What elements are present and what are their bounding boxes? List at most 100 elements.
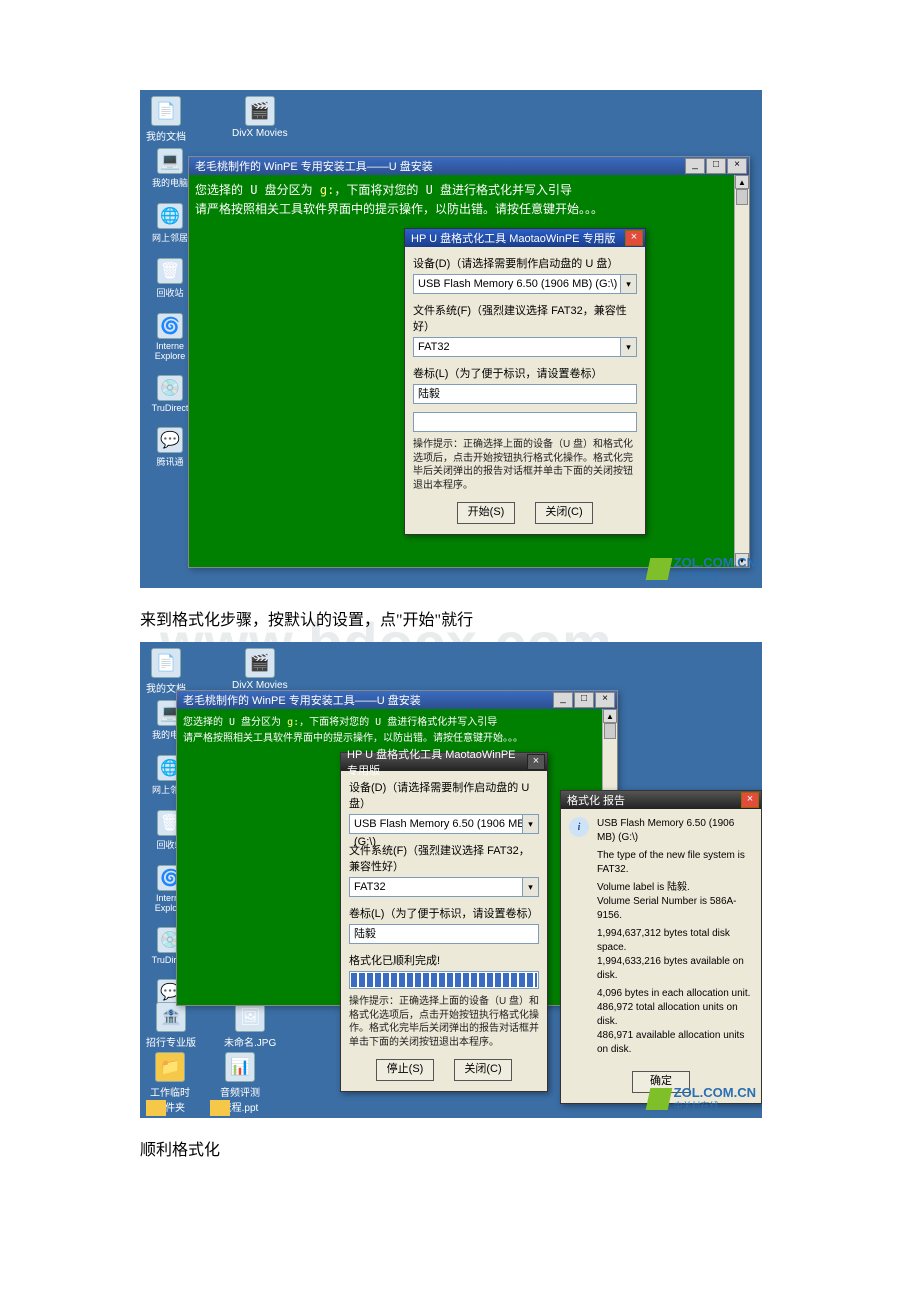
operation-hint: 操作提示：正确选择上面的设备（U 盘）和格式化选项后，点击开始按钮执行格式化操作… — [413, 438, 637, 492]
close-button[interactable]: × — [741, 792, 759, 808]
filesystem-value: FAT32 — [418, 341, 450, 353]
device-label: 设备(D)（请选择需要制作启动盘的 U 盘） — [349, 779, 539, 811]
info-icon: i — [569, 817, 589, 837]
progress-bar — [349, 971, 539, 989]
network-icon: 🌐 — [157, 203, 183, 229]
desktop-icon-label: Interne Explore — [155, 341, 186, 361]
desktop-icon-label: 我的文档 — [146, 128, 186, 143]
filesystem-value: FAT32 — [354, 881, 386, 893]
volume-label-input[interactable]: 陆毅 — [413, 384, 637, 404]
watermark-sub: 中关村在线 — [674, 569, 756, 582]
minimize-button[interactable]: _ — [553, 692, 573, 708]
desktop-icon[interactable]: 🌐 网上邻居 — [146, 203, 194, 244]
volume-label-label: 卷标(L)（为了便于标识，请设置卷标） — [413, 365, 637, 381]
hp-format-dialog: HP U 盘格式化工具 MaotaoWinPE 专用版 × 设备(D)（请选择需… — [340, 752, 548, 1092]
watermark-sub: 中关村在线 — [674, 1099, 756, 1112]
dialog-title: 格式化 报告 — [567, 792, 741, 808]
folder-icon: 📁 — [155, 1052, 185, 1082]
hp-format-dialog: HP U 盘格式化工具 MaotaoWinPE 专用版 × 设备(D)（请选择需… — [404, 228, 646, 535]
progress-label: 格式化已顺利完成! — [349, 952, 539, 968]
close-button[interactable]: × — [595, 692, 615, 708]
scroll-thumb[interactable] — [604, 723, 616, 739]
watermark-zol: ZOL.COM.CN 中关村在线 — [648, 1086, 756, 1112]
chevron-down-icon[interactable]: ▾ — [620, 338, 636, 356]
screenshot-1: 📄 我的文档 🎬 DivX Movies 💻 我的电脑 🌐 网上邻居 🗑 回收站 🌀I… — [140, 90, 762, 588]
desktop-icon[interactable]: 🖼 未命名.JPG — [224, 1002, 276, 1049]
filesystem-label: 文件系统(F)（强烈建议选择 FAT32，兼容性好） — [413, 302, 637, 334]
start-button[interactable]: 开始(S) — [457, 502, 515, 524]
titlebar[interactable]: HP U 盘格式化工具 MaotaoWinPE 专用版 × — [341, 753, 547, 771]
folder-icon[interactable] — [210, 1100, 230, 1116]
ppt-icon: 📊 — [225, 1052, 255, 1082]
console-output: 您选择的 U 盘分区为 g:，下面将对您的 U 盘进行格式化并写入引导 请严格按… — [183, 715, 611, 747]
desktop-icon[interactable]: 📄 我的文档 — [146, 648, 186, 695]
desktop-icon-label: 回收站 — [156, 286, 183, 299]
desktop-icon[interactable]: 💿TruDirect — [146, 375, 194, 413]
desktop-icon-label: 招行专业版 — [146, 1034, 196, 1049]
movies-icon: 🎬 — [245, 96, 275, 126]
movies-icon: 🎬 — [245, 648, 275, 678]
scroll-thumb[interactable] — [736, 189, 748, 205]
volume-label-value: 陆毅 — [418, 388, 440, 400]
desktop-icon-label: 网上邻居 — [152, 231, 188, 244]
desktop-icon-label: DivX Movies — [232, 128, 288, 139]
close-button[interactable]: 关闭(C) — [535, 502, 593, 524]
desktop-icon[interactable]: 💬 腾讯通 — [146, 427, 194, 468]
desktop-icon-label: 我的电脑 — [152, 176, 188, 189]
zol-logo-icon — [645, 558, 672, 580]
dialog-title: HP U 盘格式化工具 MaotaoWinPE 专用版 — [347, 746, 527, 778]
maximize-button[interactable]: □ — [706, 158, 726, 174]
desktop-icon[interactable]: 🌀Interne Explore — [146, 313, 194, 361]
close-button[interactable]: × — [625, 230, 643, 246]
mycomputer-icon: 💻 — [157, 148, 183, 174]
titlebar[interactable]: 老毛桃制作的 WinPE 专用安装工具——U 盘安装 _ □ × — [177, 691, 617, 709]
filesystem-combobox[interactable]: FAT32 ▾ — [413, 337, 637, 357]
body-text: 来到格式化步骤，按默认的设置，点"开始"就行 — [140, 606, 920, 630]
titlebar[interactable]: 格式化 报告 × — [561, 791, 761, 809]
im-icon: 💬 — [157, 427, 183, 453]
desktop-icon[interactable]: 🎬 DivX Movies — [232, 96, 288, 143]
minimize-button[interactable]: _ — [685, 158, 705, 174]
desktop-icon[interactable]: 💻 我的电脑 — [146, 148, 194, 189]
volume-label-label: 卷标(L)（为了便于标识，请设置卷标） — [349, 905, 539, 921]
scroll-up-icon[interactable]: ▲ — [603, 709, 617, 723]
desktop-icon-label: 未命名.JPG — [224, 1034, 276, 1049]
desktop-icon[interactable]: 🎬 DivX Movies — [232, 648, 288, 695]
window-title: 老毛桃制作的 WinPE 专用安装工具——U 盘安装 — [195, 158, 685, 174]
filesystem-combobox[interactable]: FAT32 ▾ — [349, 877, 539, 897]
folder-icon[interactable] — [146, 1100, 166, 1116]
scroll-up-icon[interactable]: ▲ — [735, 175, 749, 189]
volume-label-input[interactable]: 陆毅 — [349, 924, 539, 944]
device-combobox[interactable]: USB Flash Memory 6.50 (1906 MB) (G:\) ▾ — [349, 814, 539, 834]
close-button[interactable]: 关闭(C) — [454, 1059, 512, 1081]
chevron-down-icon[interactable]: ▾ — [620, 275, 636, 293]
device-value: USB Flash Memory 6.50 (1906 MB) (G:\) — [418, 278, 617, 290]
dvd-icon: 💿 — [157, 375, 183, 401]
stop-button[interactable]: 停止(S) — [376, 1059, 434, 1081]
desktop-icon[interactable]: 🗑 回收站 — [146, 258, 194, 299]
dialog-title: HP U 盘格式化工具 MaotaoWinPE 专用版 — [411, 230, 625, 246]
zol-logo-icon — [645, 1088, 672, 1110]
chevron-down-icon[interactable]: ▾ — [522, 815, 538, 833]
scrollbar[interactable]: ▲ ▼ — [734, 175, 749, 567]
device-combobox[interactable]: USB Flash Memory 6.50 (1906 MB) (G:\) ▾ — [413, 274, 637, 294]
image-icon: 🖼 — [235, 1002, 265, 1032]
app-icon: 🏦 — [156, 1002, 186, 1032]
titlebar[interactable]: 老毛桃制作的 WinPE 专用安装工具——U 盘安装 _ □ × — [189, 157, 749, 175]
titlebar[interactable]: HP U 盘格式化工具 MaotaoWinPE 专用版 × — [405, 229, 645, 247]
close-button[interactable]: × — [527, 754, 545, 770]
format-report-dialog: 格式化 报告 × i USB Flash Memory 6.50 (1906 M… — [560, 790, 762, 1104]
desktop-icon-label: 腾讯通 — [156, 455, 183, 468]
status-field — [413, 412, 637, 432]
watermark-domain: ZOL.COM.CN — [674, 556, 756, 569]
recyclebin-icon: 🗑 — [157, 258, 183, 284]
maximize-button[interactable]: □ — [574, 692, 594, 708]
console-output: 您选择的 U 盘分区为 g:，下面将对您的 U 盘进行格式化并写入引导 请严格按… — [195, 181, 743, 219]
window-title: 老毛桃制作的 WinPE 专用安装工具——U 盘安装 — [183, 692, 553, 708]
chevron-down-icon[interactable]: ▾ — [522, 878, 538, 896]
desktop-icon[interactable]: 📄 我的文档 — [146, 96, 186, 143]
desktop-icon[interactable]: 🏦 招行专业版 — [146, 1002, 196, 1049]
watermark-zol: ZOL.COM.CN 中关村在线 — [648, 556, 756, 582]
documents-icon: 📄 — [151, 648, 181, 678]
close-button[interactable]: × — [727, 158, 747, 174]
